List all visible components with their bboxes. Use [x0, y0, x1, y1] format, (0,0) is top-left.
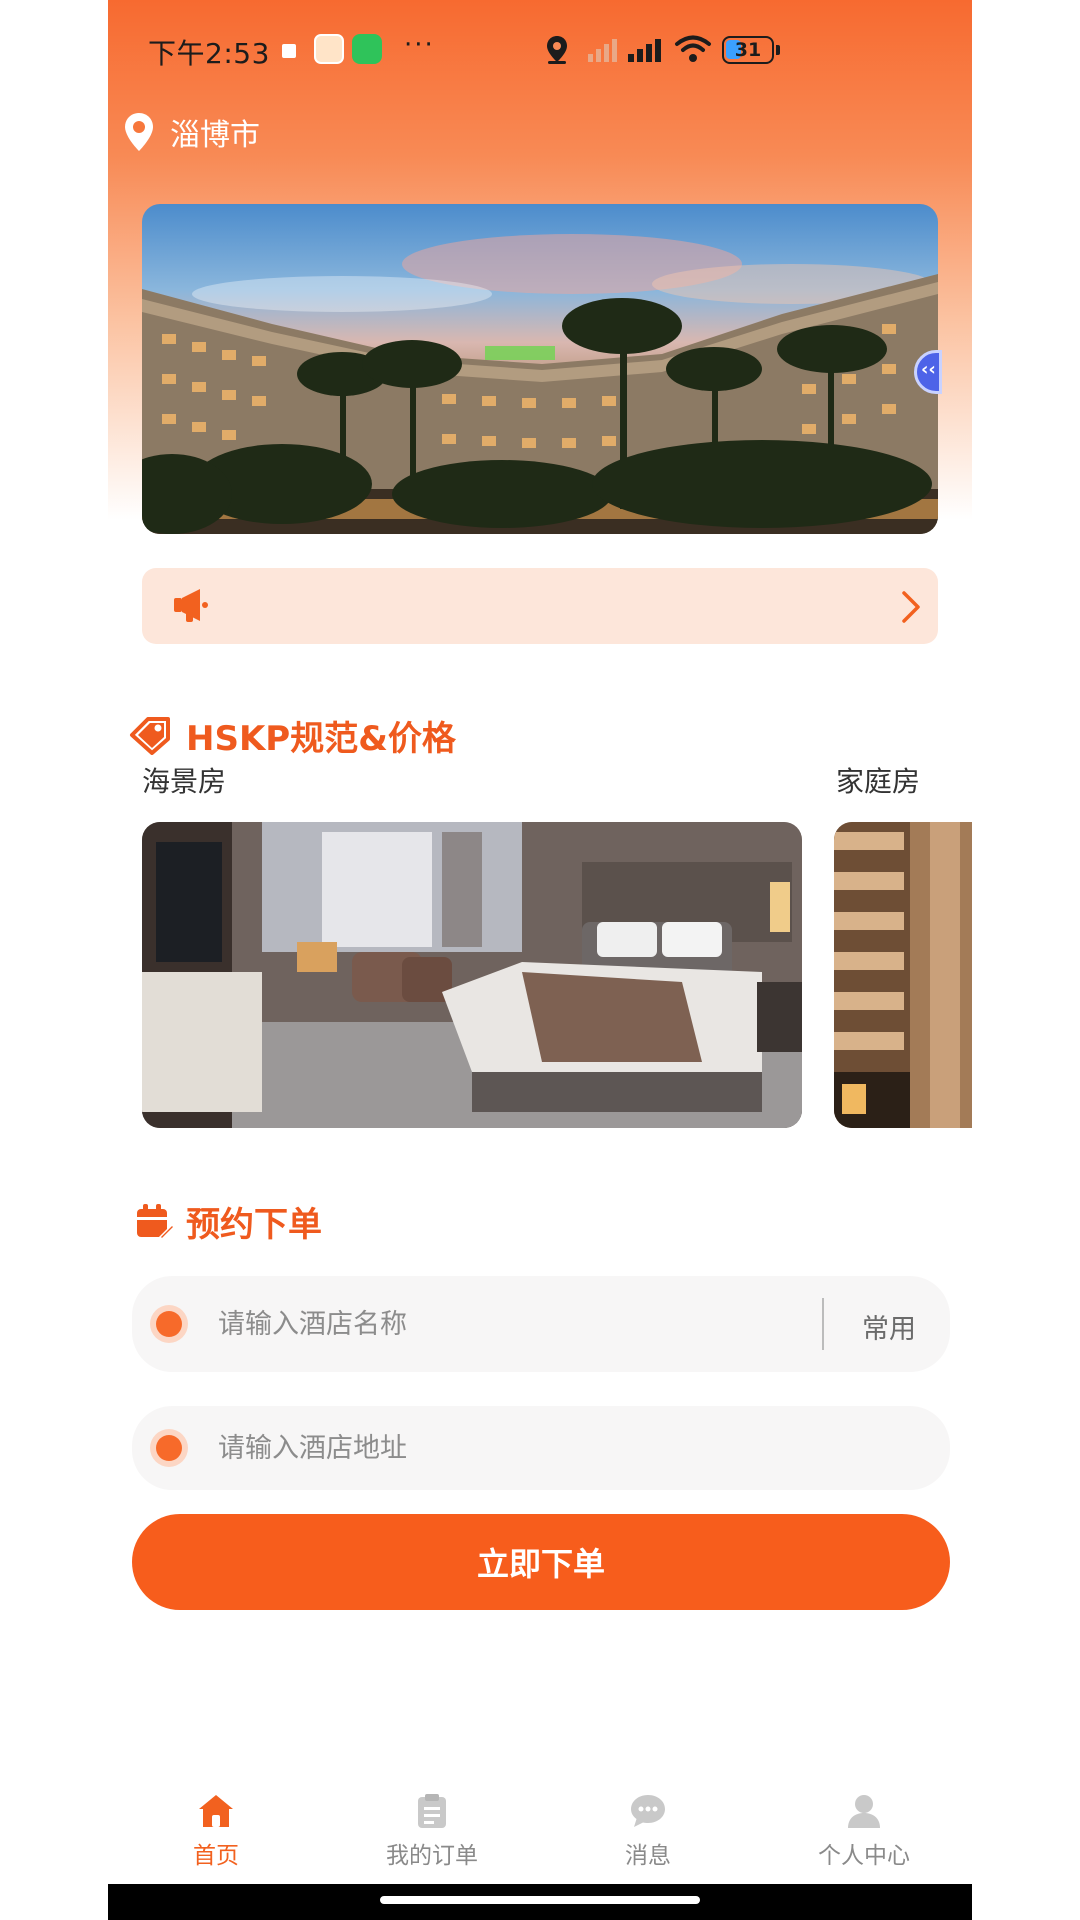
home-icon — [199, 1795, 233, 1827]
status-bar: 下午2:53 ··· 31 — [108, 28, 972, 74]
hotel-building-illustration — [142, 234, 938, 534]
app-notification-icon — [314, 34, 344, 64]
bottom-tab-bar: 首页 我的订单 消息 个人中心 — [108, 1780, 972, 1884]
hotel-address-input[interactable] — [218, 1406, 778, 1490]
order-section-title: 预约下单 — [134, 1196, 322, 1246]
tab-home[interactable]: 首页 — [108, 1792, 324, 1870]
order-title-text: 预约下单 — [186, 1204, 322, 1245]
hotel-name-field[interactable]: 常用 — [132, 1276, 950, 1372]
chevron-right-icon — [902, 591, 920, 623]
letterbox-right — [972, 0, 1080, 1920]
room-card-family[interactable] — [834, 822, 972, 1128]
hotel-address-field[interactable] — [132, 1406, 950, 1490]
chat-bubble-icon — [631, 1795, 665, 1827]
room-card-sea-view[interactable] — [142, 822, 802, 1128]
chevron-left-icon: ‹‹ — [921, 359, 936, 380]
user-icon — [848, 1795, 880, 1828]
notification-square-icon — [282, 44, 296, 58]
common-hotels-button[interactable]: 常用 — [862, 1307, 916, 1346]
megaphone-icon — [174, 589, 208, 622]
map-pin-icon — [125, 113, 153, 151]
hotel-name-input[interactable] — [218, 1276, 778, 1372]
calendar-edit-icon — [137, 1204, 174, 1241]
tab-home-label: 首页 — [193, 1843, 239, 1869]
battery-icon: 31 — [722, 36, 774, 64]
hotel-banner-image[interactable] — [142, 204, 938, 534]
system-nav-bar — [108, 1884, 972, 1920]
tab-profile-label: 个人中心 — [818, 1843, 910, 1869]
status-more: ··· — [404, 30, 435, 60]
app-screen: 下午2:53 ··· 31 淄博市 ‹‹ HSKP规范&价格 海景房 家庭房 预… — [108, 0, 972, 1920]
price-tag-icon — [130, 717, 170, 755]
message-app-icon — [352, 34, 382, 64]
tab-messages-label: 消息 — [625, 1843, 671, 1869]
notice-bar[interactable] — [142, 568, 938, 644]
status-time: 下午2:53 — [148, 37, 270, 70]
home-indicator[interactable] — [380, 1896, 700, 1904]
signal-sim2-icon — [628, 39, 661, 62]
tab-my-orders[interactable]: 我的订单 — [324, 1792, 540, 1870]
tab-messages[interactable]: 消息 — [540, 1792, 756, 1870]
hskp-section-title: HSKP规范&价格 — [128, 710, 456, 760]
bedroom-illustration — [142, 822, 802, 1128]
place-order-button[interactable]: 立即下单 — [132, 1514, 950, 1610]
wifi-icon — [675, 35, 711, 62]
family-room-illustration — [834, 822, 972, 1128]
tab-my-orders-label: 我的订单 — [386, 1843, 478, 1869]
field-divider — [822, 1298, 824, 1350]
hskp-title-text: HSKP规范&价格 — [186, 718, 456, 759]
city-name: 淄博市 — [170, 118, 260, 153]
room-label-sea-view: 海景房 — [142, 765, 227, 798]
room-label-family: 家庭房 — [836, 765, 921, 798]
location-selector[interactable]: 淄博市 — [122, 110, 260, 154]
tab-profile[interactable]: 个人中心 — [756, 1792, 972, 1870]
battery-nub — [776, 45, 780, 55]
clipboard-icon — [418, 1794, 446, 1828]
signal-sim1-icon — [588, 39, 617, 62]
field-bullet-icon — [156, 1311, 182, 1337]
letterbox-left — [0, 0, 108, 1920]
location-status-icon — [547, 36, 567, 64]
field-bullet-icon — [156, 1435, 182, 1461]
battery-percent: 31 — [734, 39, 762, 61]
